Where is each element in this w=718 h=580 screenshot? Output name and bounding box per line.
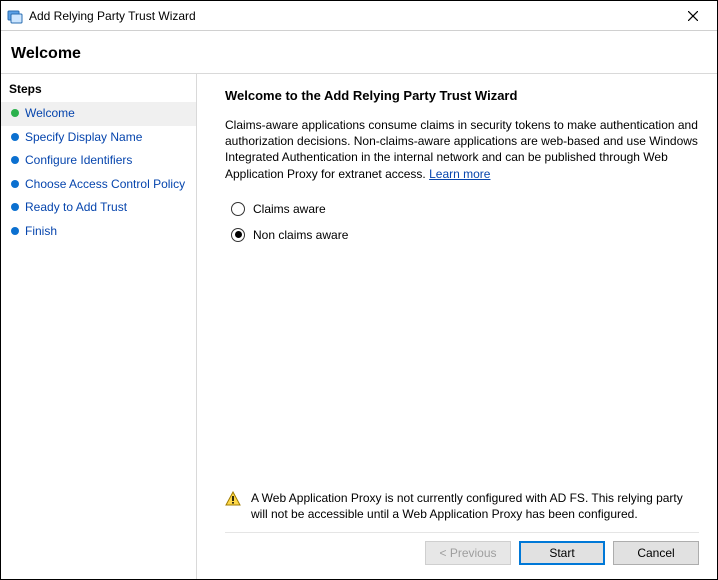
step-link[interactable]: Finish — [25, 224, 57, 240]
steps-sidebar: Steps Welcome Specify Display Name Confi… — [1, 74, 197, 579]
warning-text: A Web Application Proxy is not currently… — [251, 490, 695, 522]
close-button[interactable] — [675, 2, 711, 30]
step-finish[interactable]: Finish — [1, 220, 196, 244]
body: Steps Welcome Specify Display Name Confi… — [1, 73, 717, 579]
option-label: Non claims aware — [253, 228, 348, 242]
steps-heading: Steps — [1, 80, 196, 102]
option-label: Claims aware — [253, 202, 326, 216]
learn-more-link[interactable]: Learn more — [429, 167, 490, 181]
button-row: < Previous Start Cancel — [225, 532, 699, 569]
step-link[interactable]: Specify Display Name — [25, 130, 142, 146]
step-link[interactable]: Choose Access Control Policy — [25, 177, 185, 193]
step-link[interactable]: Ready to Add Trust — [25, 200, 127, 216]
step-welcome[interactable]: Welcome — [1, 102, 196, 126]
page-title: Welcome — [11, 45, 707, 63]
spacer — [225, 252, 699, 490]
warning-message: A Web Application Proxy is not currently… — [225, 490, 699, 532]
titlebar: Add Relying Party Trust Wizard — [1, 1, 717, 31]
bullet-icon — [11, 109, 19, 117]
bullet-icon — [11, 180, 19, 188]
window-title: Add Relying Party Trust Wizard — [29, 9, 675, 23]
page-header: Welcome — [1, 31, 717, 73]
wizard-window: Add Relying Party Trust Wizard Welcome S… — [0, 0, 718, 580]
close-icon — [688, 11, 698, 21]
option-non-claims-aware[interactable]: Non claims aware — [231, 228, 699, 242]
bullet-icon — [11, 227, 19, 235]
previous-button: < Previous — [425, 541, 511, 565]
step-link[interactable]: Welcome — [25, 106, 75, 122]
step-choose-access-control-policy[interactable]: Choose Access Control Policy — [1, 173, 196, 197]
content-heading: Welcome to the Add Relying Party Trust W… — [225, 88, 699, 103]
step-ready-to-add-trust[interactable]: Ready to Add Trust — [1, 196, 196, 220]
app-icon — [7, 8, 23, 24]
content-description: Claims-aware applications consume claims… — [225, 117, 699, 182]
option-claims-aware[interactable]: Claims aware — [231, 202, 699, 216]
start-button[interactable]: Start — [519, 541, 605, 565]
bullet-icon — [11, 133, 19, 141]
step-specify-display-name[interactable]: Specify Display Name — [1, 126, 196, 150]
cancel-button[interactable]: Cancel — [613, 541, 699, 565]
content-panel: Welcome to the Add Relying Party Trust W… — [197, 74, 717, 579]
radio-icon — [231, 228, 245, 242]
warning-icon — [225, 491, 241, 507]
bullet-icon — [11, 156, 19, 164]
step-configure-identifiers[interactable]: Configure Identifiers — [1, 149, 196, 173]
radio-icon — [231, 202, 245, 216]
step-link[interactable]: Configure Identifiers — [25, 153, 132, 169]
bullet-icon — [11, 203, 19, 211]
